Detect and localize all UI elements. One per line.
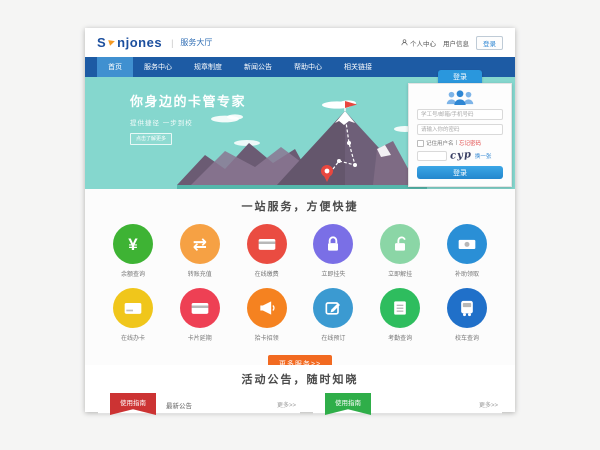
header-actions: 个人中心 用户信息 登录 [401, 36, 503, 50]
bus-icon[interactable] [447, 288, 487, 328]
user-info-label: 用户信息 [443, 38, 469, 48]
hero-text: 你身边的卡管专家 提供捷径 一步到校 点击了解更多 [130, 91, 246, 145]
service-report-loss[interactable]: 立即挂失 [307, 224, 359, 278]
captcha-row: cyp 换一张 [417, 150, 503, 161]
services-row-2: 在线办卡 卡片延期 拾卡招领 [85, 288, 515, 342]
logo-text-rest: njones [117, 35, 162, 50]
user-center-label: 个人中心 [410, 38, 436, 48]
card-icon[interactable] [113, 288, 153, 328]
lock-icon[interactable] [313, 224, 353, 264]
login-panel: 登录 记住用户名 | 忘记密码 cyp 换一张 [408, 70, 512, 187]
logo-arrow-icon [108, 38, 116, 46]
service-school-bus[interactable]: 校车查询 [441, 288, 493, 342]
edit-icon[interactable] [313, 288, 353, 328]
remember-separator: | [456, 140, 457, 146]
captcha-image[interactable]: cyp [450, 149, 473, 162]
login-submit-button[interactable]: 登录 [417, 166, 503, 179]
services-heading: 一站服务，方便快捷 [85, 189, 515, 214]
service-pay-online[interactable]: 在线缴费 [241, 224, 293, 278]
service-online-booking[interactable]: 在线预订 [307, 288, 359, 342]
remember-checkbox[interactable] [417, 140, 424, 147]
hero-title: 你身边的卡管专家 [130, 91, 246, 110]
card-icon[interactable] [180, 288, 220, 328]
list-icon[interactable] [380, 288, 420, 328]
users-icon [443, 89, 477, 106]
portal-page: S njones | 服务大厅 个人中心 用户信息 登录 首页 服务中心 [85, 28, 515, 412]
service-apply-card[interactable]: 在线办卡 [107, 288, 159, 342]
services-section: 一站服务，方便快捷 ¥ 余额查询 ⇄ 转账充值 在线缴费 [85, 189, 515, 365]
user-center-link[interactable]: 个人中心 [401, 38, 436, 48]
megaphone-icon[interactable] [247, 288, 287, 328]
unlock-icon[interactable] [380, 224, 420, 264]
guide-more-link[interactable]: 更多>> [277, 400, 296, 409]
services-row-1: ¥ 余额查询 ⇄ 转账充值 在线缴费 立即挂失 [85, 224, 515, 278]
service-attendance[interactable]: 考勤查询 [374, 288, 426, 342]
service-unfreeze[interactable]: 立即解挂 [374, 224, 426, 278]
hero-cta-button[interactable]: 点击了解更多 [130, 133, 172, 145]
captcha-input[interactable] [417, 151, 447, 161]
nav-item-news[interactable]: 新闻公告 [233, 57, 283, 77]
nav-item-service-center[interactable]: 服务中心 [133, 57, 183, 77]
service-card-renewal[interactable]: 卡片延期 [174, 288, 226, 342]
service-balance[interactable]: ¥ 余额查询 [107, 224, 159, 278]
captcha-refresh-link[interactable]: 换一张 [475, 152, 492, 160]
guide-panel: 使用指南 最新公告 更多>> [98, 396, 300, 415]
announcements-heading: 活动公告，随时知晓 [85, 365, 515, 387]
service-subsidy[interactable]: 补助领取 [441, 224, 493, 278]
forgot-password-link[interactable]: 忘记密码 [459, 139, 481, 147]
yuan-icon[interactable]: ¥ [113, 224, 153, 264]
remember-label: 记住用户名 [426, 139, 454, 147]
banknote-icon[interactable] [447, 224, 487, 264]
site-name: 服务大厅 [180, 37, 212, 48]
guide-ribbon-tab[interactable]: 使用指南 [110, 393, 156, 415]
guide-ribbon-tab-green[interactable]: 使用指南 [325, 393, 371, 415]
logo-divider: | [171, 38, 173, 48]
remember-row: 记住用户名 | 忘记密码 [417, 139, 503, 147]
password-input[interactable] [417, 124, 503, 135]
desktop-background: S njones | 服务大厅 个人中心 用户信息 登录 首页 服务中心 [0, 0, 600, 450]
nav-item-rules[interactable]: 规章制度 [183, 57, 233, 77]
guide2-more-link[interactable]: 更多>> [479, 400, 498, 409]
user-info-link[interactable]: 用户信息 [443, 38, 469, 48]
service-transfer[interactable]: ⇄ 转账充值 [174, 224, 226, 278]
hero-subtitle: 提供捷径 一步到校 [130, 117, 246, 127]
login-form: 记住用户名 | 忘记密码 cyp 换一张 登录 [408, 83, 512, 187]
header-login-button[interactable]: 登录 [476, 36, 503, 50]
guide-panel-2: 使用指南 更多>> [313, 396, 502, 415]
nav-item-home[interactable]: 首页 [97, 57, 133, 77]
latest-news-tab[interactable]: 最新公告 [166, 400, 192, 410]
person-icon [401, 39, 408, 46]
announcements-section: 活动公告，随时知晓 使用指南 最新公告 更多>> 使用指南 更多>> [85, 365, 515, 412]
card-icon[interactable] [247, 224, 287, 264]
announcement-panels: 使用指南 最新公告 更多>> 使用指南 更多>> [85, 396, 515, 415]
logo[interactable]: S njones | 服务大厅 [97, 35, 212, 50]
site-header: S njones | 服务大厅 个人中心 用户信息 登录 [85, 28, 515, 57]
login-tab[interactable]: 登录 [438, 70, 482, 83]
logo-text: S [97, 35, 106, 50]
username-input[interactable] [417, 109, 503, 120]
service-lost-found[interactable]: 拾卡招领 [241, 288, 293, 342]
transfer-icon[interactable]: ⇄ [180, 224, 220, 264]
nav-item-links[interactable]: 相关链接 [333, 57, 383, 77]
nav-item-help[interactable]: 帮助中心 [283, 57, 333, 77]
